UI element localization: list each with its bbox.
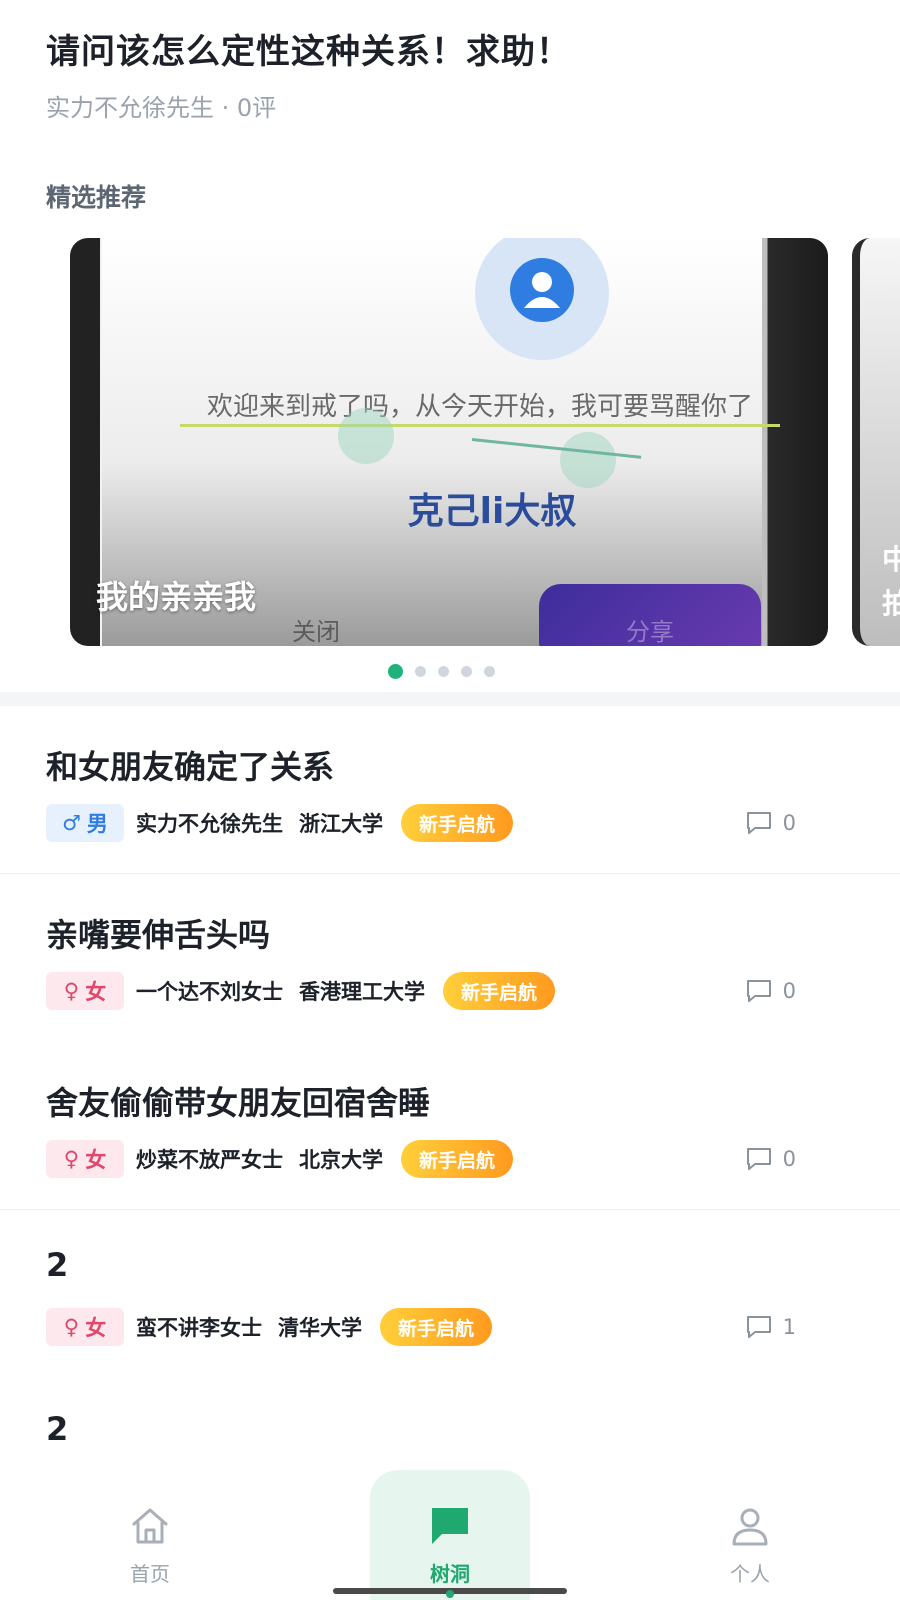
comment-count[interactable]: 0 — [745, 978, 796, 1004]
featured-carousel[interactable]: 欢迎来到戒了吗，从今天开始，我可要骂醒你了 克己li大叔 关闭 分享 我的亲亲我… — [0, 238, 900, 648]
post-meta: ♀ 女 一个达不刘女士 香港理工大学 新手启航 — [46, 972, 556, 1010]
share-button: 分享 — [539, 584, 761, 646]
level-badge: 新手启航 — [401, 804, 514, 842]
school-name: 香港理工大学 — [299, 980, 425, 1004]
post-meta: ♂ 男 实力不允徐先生 浙江大学 新手启航 — [46, 804, 514, 842]
post-item[interactable]: 亲嘴要伸舌头吗 ♀ 女 一个达不刘女士 香港理工大学 新手启航 0 — [0, 874, 900, 1042]
gender-badge-female: ♀ 女 — [46, 1308, 124, 1346]
featured-card[interactable]: 欢迎来到戒了吗，从今天开始，我可要骂醒你了 克己li大叔 关闭 分享 我的亲亲我 — [70, 238, 828, 646]
school-name: 清华大学 — [278, 1316, 362, 1340]
comment-icon — [746, 1316, 771, 1338]
female-icon: ♀ — [63, 1315, 80, 1339]
active-tab-marker — [446, 1590, 454, 1598]
pagination-dot[interactable] — [484, 666, 495, 677]
gender-badge-female: ♀ 女 — [46, 972, 124, 1010]
comment-count-value: 0 — [782, 1147, 796, 1171]
comment-count-value: 0 — [782, 979, 796, 1003]
gender-label: 女 — [85, 980, 107, 1004]
post-item[interactable]: 和女朋友确定了关系 ♂ 男 实力不允徐先生 浙江大学 新手启航 0 — [0, 706, 900, 874]
top-post-title[interactable]: 请问该怎么定性这种关系！求助！ — [46, 28, 860, 76]
comment-count[interactable]: 1 — [745, 1314, 796, 1340]
post-meta: ♀ 女 炒菜不放严女士 北京大学 新手启航 — [46, 1140, 514, 1178]
level-badge: 新手启航 — [401, 1140, 514, 1178]
tab-label: 个人 — [730, 1562, 770, 1586]
top-post[interactable]: 请问该怎么定性这种关系！求助！ 实力不允徐先生 · 0评 — [46, 28, 860, 123]
nickname: 克己li大叔 — [407, 491, 577, 532]
bottom-tab-bar: 首页 树洞 个人 — [0, 1470, 900, 1600]
comment-icon — [746, 980, 771, 1002]
gender-label: 女 — [85, 1316, 107, 1340]
pagination-dot[interactable] — [438, 666, 449, 677]
post-item[interactable]: 2 ♀ 女 蛮不讲李女士 清华大学 新手启航 1 — [0, 1210, 900, 1378]
post-title-partial[interactable]: 2 — [46, 1410, 68, 1448]
decoration-dot — [338, 408, 394, 464]
male-icon: ♂ — [62, 811, 81, 835]
featured-section-title: 精选推荐 — [46, 183, 147, 212]
decoration-line — [471, 438, 642, 459]
pagination-dot-active[interactable] — [388, 664, 403, 679]
comment-count-value: 0 — [782, 811, 796, 835]
tab-label: 树洞 — [430, 1562, 470, 1586]
chat-bubble-icon — [432, 1508, 468, 1544]
close-button: 关闭 — [292, 618, 340, 646]
gender-label: 女 — [85, 1148, 107, 1172]
gender-badge-male: ♂ 男 — [46, 804, 124, 842]
welcome-text: 欢迎来到戒了吗，从今天开始，我可要骂醒你了 — [180, 390, 780, 427]
gender-badge-female: ♀ 女 — [46, 1140, 124, 1178]
tab-profile[interactable]: 个人 — [670, 1470, 830, 1600]
person-icon — [732, 1508, 768, 1546]
decoration-dot — [560, 432, 616, 488]
card-caption: 我的亲亲我 — [96, 578, 257, 616]
post-title[interactable]: 舍友偷偷带女朋友回宿舍睡 — [46, 1078, 430, 1124]
pagination-dot[interactable] — [415, 666, 426, 677]
share-label: 分享 — [626, 618, 674, 646]
gender-label: 男 — [86, 812, 108, 836]
post-title[interactable]: 亲嘴要伸舌头吗 — [46, 910, 270, 956]
level-badge: 新手启航 — [380, 1308, 493, 1346]
female-icon: ♀ — [63, 979, 80, 1003]
author-name[interactable]: 炒菜不放严女士 — [136, 1144, 283, 1174]
post-item[interactable]: 舍友偷偷带女朋友回宿舍睡 ♀ 女 炒菜不放严女士 北京大学 新手启航 0 — [0, 1042, 900, 1210]
author-name[interactable]: 蛮不讲李女士 — [136, 1312, 262, 1342]
section-divider — [0, 692, 900, 706]
tab-treehole[interactable]: 树洞 — [370, 1470, 530, 1600]
featured-card-next[interactable]: 中拍 — [852, 238, 900, 646]
comment-count[interactable]: 0 — [745, 1146, 796, 1172]
level-badge: 新手启航 — [443, 972, 556, 1010]
post-list: 和女朋友确定了关系 ♂ 男 实力不允徐先生 浙江大学 新手启航 0 亲嘴要伸舌头… — [0, 706, 900, 1378]
avatar-icon — [510, 258, 574, 322]
post-title[interactable]: 2 — [46, 1246, 68, 1284]
author-name[interactable]: 实力不允徐先生 — [136, 808, 283, 838]
comment-icon — [746, 812, 771, 834]
school-name: 浙江大学 — [299, 812, 383, 836]
female-icon: ♀ — [63, 1147, 80, 1171]
post-meta: ♀ 女 蛮不讲李女士 清华大学 新手启航 — [46, 1308, 493, 1346]
home-icon — [132, 1508, 168, 1544]
author-name[interactable]: 一个达不刘女士 — [136, 976, 283, 1006]
post-title[interactable]: 和女朋友确定了关系 — [46, 742, 334, 788]
comment-count-value: 1 — [782, 1315, 796, 1339]
tab-home[interactable]: 首页 — [70, 1470, 230, 1600]
comment-icon — [746, 1148, 771, 1170]
top-post-meta: 实力不允徐先生 · 0评 — [46, 94, 277, 122]
next-card-caption: 中拍 — [882, 543, 900, 620]
school-name: 北京大学 — [299, 1148, 383, 1172]
comment-count[interactable]: 0 — [745, 810, 796, 836]
carousel-pagination — [388, 664, 495, 679]
tab-label: 首页 — [130, 1562, 170, 1586]
pagination-dot[interactable] — [461, 666, 472, 677]
